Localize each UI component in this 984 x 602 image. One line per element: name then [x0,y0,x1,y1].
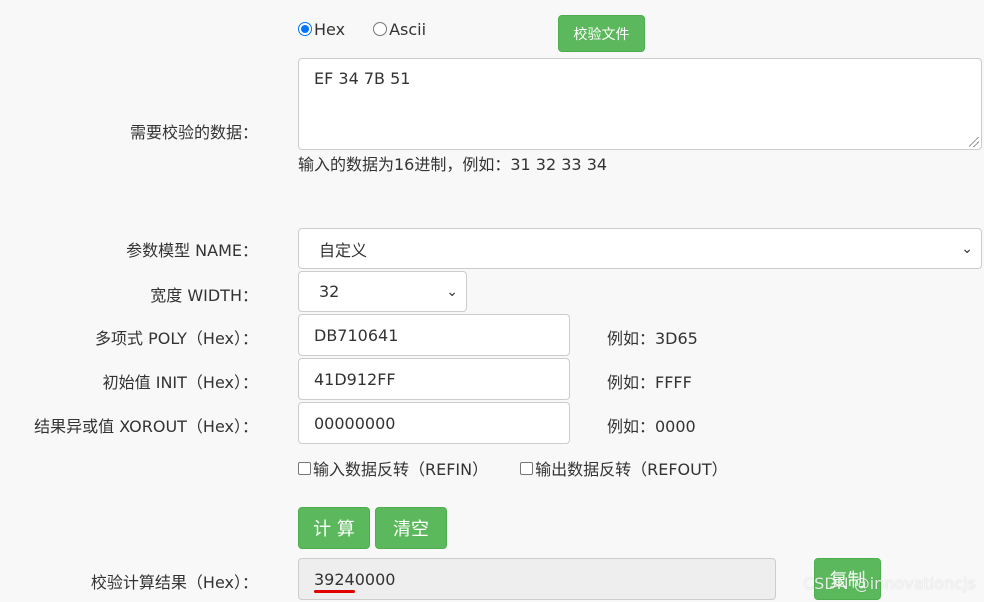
data-hint: 输入的数据为16进制，例如：31 32 33 34 [298,155,608,174]
radio-ascii[interactable]: Ascii [373,20,426,39]
xorout-input-value: 00000000 [314,413,396,433]
data-input[interactable]: EF 34 7B 51 [298,58,982,150]
calculate-button[interactable]: 计 算 [298,507,370,549]
poly-example: 例如：3D65 [607,329,698,348]
input-mode-radio-group: Hex Ascii [298,20,454,39]
xorout-input[interactable]: 00000000 [298,402,570,444]
xorout-example: 例如：0000 [607,417,696,436]
radio-hex[interactable]: Hex [298,20,345,39]
data-input-value: EF 34 7B 51 [314,69,411,88]
radio-hex-indicator[interactable] [298,21,312,36]
model-select-value: 自定义 [319,240,368,260]
radio-ascii-indicator[interactable] [373,21,388,36]
model-label: 参数模型 NAME： [126,241,258,260]
init-input-value: 41D912FF [314,369,396,389]
refout-checkbox[interactable]: 输出数据反转（REFOUT） [520,456,728,480]
result-output-value: 39240000 [314,569,396,589]
result-label: 校验计算结果（Hex）： [90,573,258,592]
data-field-label: 需要校验的数据： [129,123,258,142]
model-select[interactable]: 自定义 ⌄ [298,228,982,269]
poly-input-value: DB710641 [314,325,399,345]
radio-hex-label: Hex [314,20,346,39]
resize-handle-icon[interactable] [969,137,979,147]
width-select-value: 32 [319,282,340,301]
watermark: CSDN @innovationcjs [803,574,976,593]
init-example: 例如：FFFF [607,373,692,392]
refin-checkbox-box[interactable] [298,461,311,475]
result-output[interactable]: 39240000 [298,558,776,600]
poly-input[interactable]: DB710641 [298,314,570,356]
init-label: 初始值 INIT（Hex）： [102,373,258,392]
width-select[interactable]: 32 ⌄ [298,271,467,312]
refout-checkbox-box[interactable] [520,461,534,475]
spellcheck-underline [314,590,355,593]
reflect-options: 输入数据反转（REFIN） 输出数据反转（REFOUT） [298,456,760,480]
chevron-down-icon: ⌄ [961,240,973,257]
chevron-down-icon: ⌄ [446,283,458,300]
xorout-label: 结果异或值 XOROUT（Hex）： [34,417,258,436]
refin-label: 输入数据反转（REFIN） [313,460,489,479]
clear-button[interactable]: 清空 [375,507,447,549]
poly-label: 多项式 POLY（Hex）： [95,329,258,348]
refin-checkbox[interactable]: 输入数据反转（REFIN） [298,456,488,480]
width-label: 宽度 WIDTH： [150,286,258,305]
init-input[interactable]: 41D912FF [298,358,570,400]
radio-ascii-label: Ascii [389,20,427,39]
verify-file-button[interactable]: 校验文件 [558,15,645,52]
refout-label: 输出数据反转（REFOUT） [535,460,728,479]
